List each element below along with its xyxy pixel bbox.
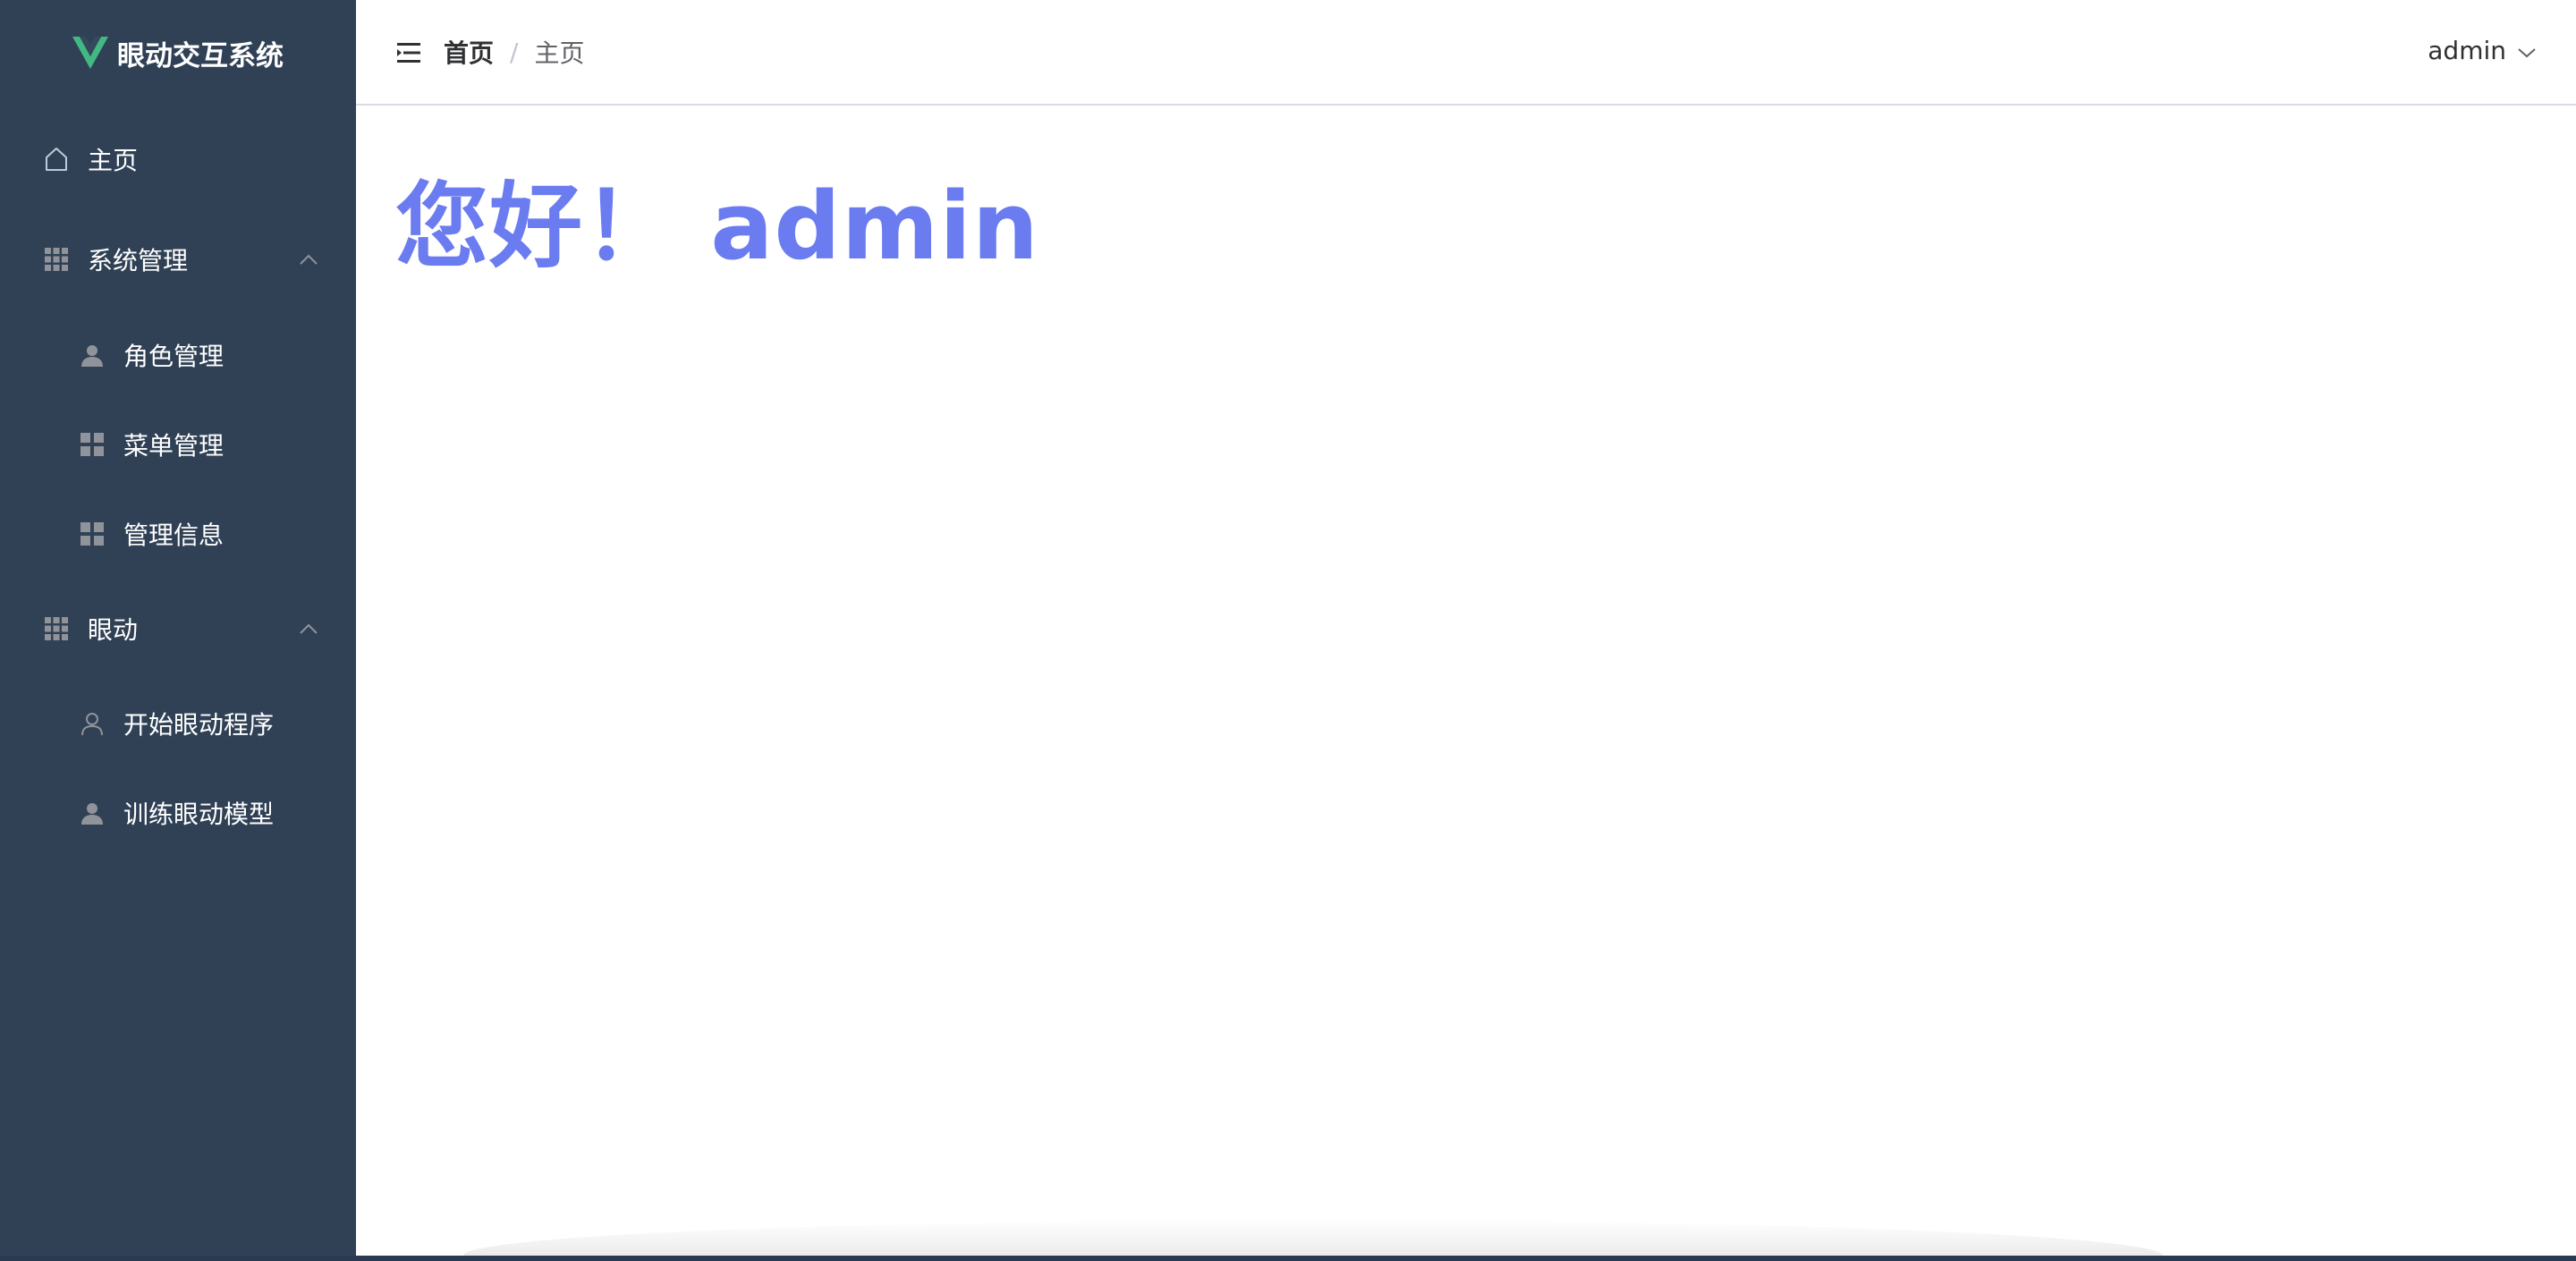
sidebar-item-home[interactable]: 主页	[0, 114, 356, 204]
breadcrumb-current: 主页	[534, 38, 585, 68]
home-icon	[43, 146, 70, 173]
sidebar-item-label: 系统管理	[88, 246, 189, 275]
username-label: admin	[2428, 36, 2506, 65]
sidebar: 眼动交互系统 主页 系统管理 角色管理 菜单管理 管理信息 眼动 开始眼动程序 …	[0, 0, 356, 1261]
sidebar-item-train-eye-model[interactable]: 训练眼动模型	[0, 768, 356, 858]
user-outline-icon	[79, 710, 106, 737]
sidebar-item-system-management[interactable]: 系统管理	[0, 215, 356, 304]
app-title: 眼动交互系统	[117, 39, 284, 72]
sidebar-item-label: 眼动	[88, 615, 139, 645]
sidebar-item-label: 角色管理	[123, 342, 225, 371]
sidebar-item-label: 训练眼动模型	[123, 800, 275, 829]
sidebar-item-label: 主页	[88, 146, 139, 175]
user-filled-icon	[79, 800, 106, 826]
tiles-icon	[79, 520, 106, 547]
chevron-down-icon	[2517, 36, 2537, 65]
chevron-up-icon	[299, 250, 318, 269]
breadcrumb-home-link[interactable]: 首页	[444, 34, 494, 70]
sidebar-item-label: 管理信息	[123, 520, 225, 550]
sidebar-item-label: 菜单管理	[123, 431, 225, 461]
sidebar-item-label: 开始眼动程序	[123, 710, 275, 740]
sidebar-item-role-management[interactable]: 角色管理	[0, 310, 356, 400]
bottom-shadow	[463, 1220, 2163, 1256]
breadcrumb-separator: /	[510, 37, 519, 67]
welcome-heading: 您好！ admin	[395, 172, 1039, 281]
hamburger-icon[interactable]	[395, 39, 422, 66]
sidebar-item-menu-management[interactable]: 菜单管理	[0, 400, 356, 489]
user-filled-icon	[79, 342, 106, 368]
navbar: 首页 / 主页 admin	[356, 0, 2576, 106]
vue-logo-icon	[72, 37, 108, 69]
app-root: 眼动交互系统 主页 系统管理 角色管理 菜单管理 管理信息 眼动 开始眼动程序 …	[0, 0, 2576, 1261]
sidebar-item-start-eye-program[interactable]: 开始眼动程序	[0, 679, 356, 768]
grid-icon	[43, 246, 70, 273]
sidebar-logo[interactable]: 眼动交互系统	[0, 0, 356, 106]
breadcrumb: 首页 / 主页	[444, 34, 584, 70]
grid-icon	[43, 615, 70, 642]
chevron-up-icon	[299, 619, 318, 639]
window-bottom-edge	[0, 1256, 2576, 1261]
tiles-icon	[79, 431, 106, 458]
user-dropdown[interactable]: admin	[2428, 36, 2537, 65]
sidebar-item-admin-info[interactable]: 管理信息	[0, 489, 356, 579]
main-content: 您好！ admin	[356, 106, 2576, 1256]
sidebar-item-eye-tracking[interactable]: 眼动	[0, 584, 356, 673]
